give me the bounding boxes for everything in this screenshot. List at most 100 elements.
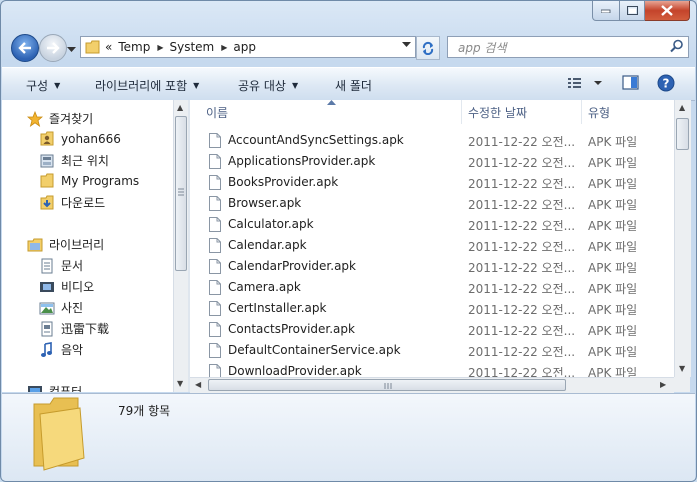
video-icon bbox=[39, 279, 55, 295]
nav-label: 비디오 bbox=[61, 280, 95, 294]
new-folder-button[interactable]: 새 폴더 bbox=[335, 77, 372, 94]
scroll-left-icon[interactable]: ◀ bbox=[195, 380, 201, 389]
arrow-right-icon bbox=[47, 42, 60, 54]
include-library-button[interactable]: 라이브러리에 포함 ▼ bbox=[95, 77, 199, 94]
nav-favorites-header[interactable]: 즐겨찾기 bbox=[27, 110, 93, 127]
breadcrumb-item-temp[interactable]: Temp ▶ bbox=[118, 40, 163, 54]
scroll-right-icon[interactable]: ▶ bbox=[660, 380, 666, 389]
breadcrumb-item-system[interactable]: System ▶ bbox=[169, 40, 227, 54]
overflow-marker: « bbox=[105, 40, 113, 54]
file-row[interactable]: ContactsProvider.apk 2011-12-22 오전... APK … bbox=[190, 319, 674, 340]
file-list-horizontal-scrollbar[interactable]: ◀ ▶ bbox=[190, 377, 674, 393]
file-type: APK 파일 bbox=[588, 303, 638, 317]
file-row[interactable]: DefaultContainerService.apk 2011-12-22 오전… bbox=[190, 340, 674, 361]
file-row[interactable]: CalendarProvider.apk 2011-12-22 오전... APK … bbox=[190, 256, 674, 277]
file-name: CertInstaller.apk bbox=[228, 301, 327, 315]
back-button[interactable] bbox=[11, 34, 39, 62]
vertical-scroll-thumb[interactable] bbox=[676, 118, 689, 150]
refresh-button[interactable] bbox=[416, 36, 440, 60]
file-row[interactable]: AccountAndSyncSettings.apk 2011-12-22 오전.… bbox=[190, 130, 674, 151]
nav-item-yohan666[interactable]: yohan666 bbox=[39, 131, 121, 147]
file-list-vertical-scrollbar[interactable]: ▲ ▼ bbox=[674, 100, 691, 377]
nav-item-videos[interactable]: 비디오 bbox=[39, 278, 94, 295]
xunlei-library-icon bbox=[39, 321, 55, 337]
maximize-button[interactable] bbox=[620, 1, 645, 21]
column-header-name[interactable]: 이름 bbox=[190, 100, 462, 124]
nav-libraries-header[interactable]: 라이브러리 bbox=[27, 236, 104, 253]
grip-icon bbox=[384, 383, 392, 389]
nav-item-my-programs[interactable]: My Programs bbox=[39, 173, 139, 189]
help-button[interactable]: ? bbox=[657, 74, 675, 95]
nav-label: 문서 bbox=[61, 259, 84, 273]
folder-icon bbox=[85, 40, 100, 54]
breadcrumb-arrow-icon[interactable]: ▶ bbox=[157, 43, 163, 52]
file-name: DownloadProvider.apk bbox=[228, 364, 362, 377]
item-count: 79개 항목 bbox=[118, 404, 171, 418]
close-button[interactable] bbox=[645, 1, 690, 21]
scroll-down-icon[interactable]: ▼ bbox=[177, 379, 183, 388]
refresh-icon bbox=[422, 41, 434, 55]
file-row[interactable]: CertInstaller.apk 2011-12-22 오전... APK 파일 bbox=[190, 298, 674, 319]
nav-item-downloads[interactable]: 다운로드 bbox=[39, 194, 105, 211]
nav-label: yohan666 bbox=[61, 132, 121, 146]
chevron-down-icon: ▼ bbox=[193, 81, 200, 90]
file-date: 2011-12-22 오전... bbox=[468, 219, 576, 233]
horizontal-scroll-thumb[interactable] bbox=[208, 379, 566, 391]
file-row[interactable]: Browser.apk 2011-12-22 오전... APK 파일 bbox=[190, 193, 674, 214]
navigation-scroll-thumb[interactable] bbox=[175, 116, 187, 271]
file-name: Camera.apk bbox=[228, 280, 301, 294]
file-type: APK 파일 bbox=[588, 135, 638, 149]
libraries-label: 라이브러리 bbox=[49, 238, 105, 252]
file-icon bbox=[209, 238, 221, 253]
explorer-window: « Temp ▶ System ▶ app 구성 ▼ 라이브러리에 포함 ▼ 공유 대상… bbox=[0, 0, 697, 482]
change-view-button[interactable] bbox=[566, 74, 606, 95]
column-header-date[interactable]: 수정한 날짜 bbox=[462, 100, 582, 124]
file-row[interactable]: ApplicationsProvider.apk 2011-12-22 오전...… bbox=[190, 151, 674, 172]
column-header-type[interactable]: 유형 bbox=[582, 100, 674, 124]
scroll-up-icon[interactable]: ▲ bbox=[679, 103, 685, 112]
address-bar[interactable]: « Temp ▶ System ▶ app bbox=[80, 36, 416, 58]
minimize-button[interactable] bbox=[592, 1, 620, 21]
large-folder-icon bbox=[33, 397, 85, 471]
file-row[interactable]: Calendar.apk 2011-12-22 오전... APK 파일 bbox=[190, 235, 674, 256]
nav-item-music[interactable]: 음악 bbox=[39, 341, 83, 358]
libraries-icon bbox=[27, 237, 43, 253]
file-type: APK 파일 bbox=[588, 261, 638, 275]
breadcrumb-overflow[interactable]: « bbox=[105, 40, 112, 54]
file-icon bbox=[209, 175, 221, 190]
organize-button[interactable]: 구성 ▼ bbox=[26, 77, 60, 94]
preview-pane-icon bbox=[622, 75, 639, 90]
nav-item-documents[interactable]: 문서 bbox=[39, 257, 83, 274]
breadcrumb-label: System bbox=[169, 40, 215, 54]
nav-item-recent-places[interactable]: 최근 위치 bbox=[39, 152, 109, 169]
search-input[interactable] bbox=[456, 40, 660, 56]
file-row[interactable]: BooksProvider.apk 2011-12-22 오전... APK 파일 bbox=[190, 172, 674, 193]
search-box bbox=[447, 36, 689, 58]
file-icon bbox=[209, 364, 221, 377]
nav-item-pictures[interactable]: 사진 bbox=[39, 299, 83, 316]
breadcrumb-arrow-icon[interactable]: ▶ bbox=[221, 43, 227, 52]
maximize-icon bbox=[626, 5, 638, 15]
file-date: 2011-12-22 오전... bbox=[468, 177, 576, 191]
forward-button[interactable] bbox=[39, 34, 67, 62]
recent-places-icon bbox=[39, 153, 55, 169]
nav-item-xunlei-downloads[interactable]: 迅雷下载 bbox=[39, 320, 109, 337]
arrow-left-icon bbox=[18, 42, 31, 54]
navigation-scrollbar[interactable]: ▲ ▼ bbox=[173, 100, 189, 392]
file-type: APK 파일 bbox=[588, 240, 638, 254]
scroll-up-icon[interactable]: ▲ bbox=[177, 103, 183, 112]
breadcrumb-item-app[interactable]: app bbox=[233, 40, 256, 54]
search-icon[interactable] bbox=[670, 39, 684, 53]
nav-computer-header[interactable]: 컴퓨터 bbox=[27, 383, 82, 392]
address-dropdown-icon[interactable] bbox=[402, 42, 411, 48]
recent-pages-dropdown[interactable] bbox=[67, 42, 76, 56]
scroll-down-icon[interactable]: ▼ bbox=[679, 364, 685, 373]
caption-buttons bbox=[592, 1, 690, 21]
file-row[interactable]: Calculator.apk 2011-12-22 오전... APK 파일 bbox=[190, 214, 674, 235]
preview-pane-button[interactable] bbox=[621, 74, 641, 95]
file-type: APK 파일 bbox=[588, 177, 638, 191]
file-date: 2011-12-22 오전... bbox=[468, 324, 576, 338]
share-with-button[interactable]: 공유 대상 ▼ bbox=[238, 77, 298, 94]
file-row[interactable]: Camera.apk 2011-12-22 오전... APK 파일 bbox=[190, 277, 674, 298]
file-row[interactable]: DownloadProvider.apk 2011-12-22 오전... APK … bbox=[190, 361, 674, 377]
